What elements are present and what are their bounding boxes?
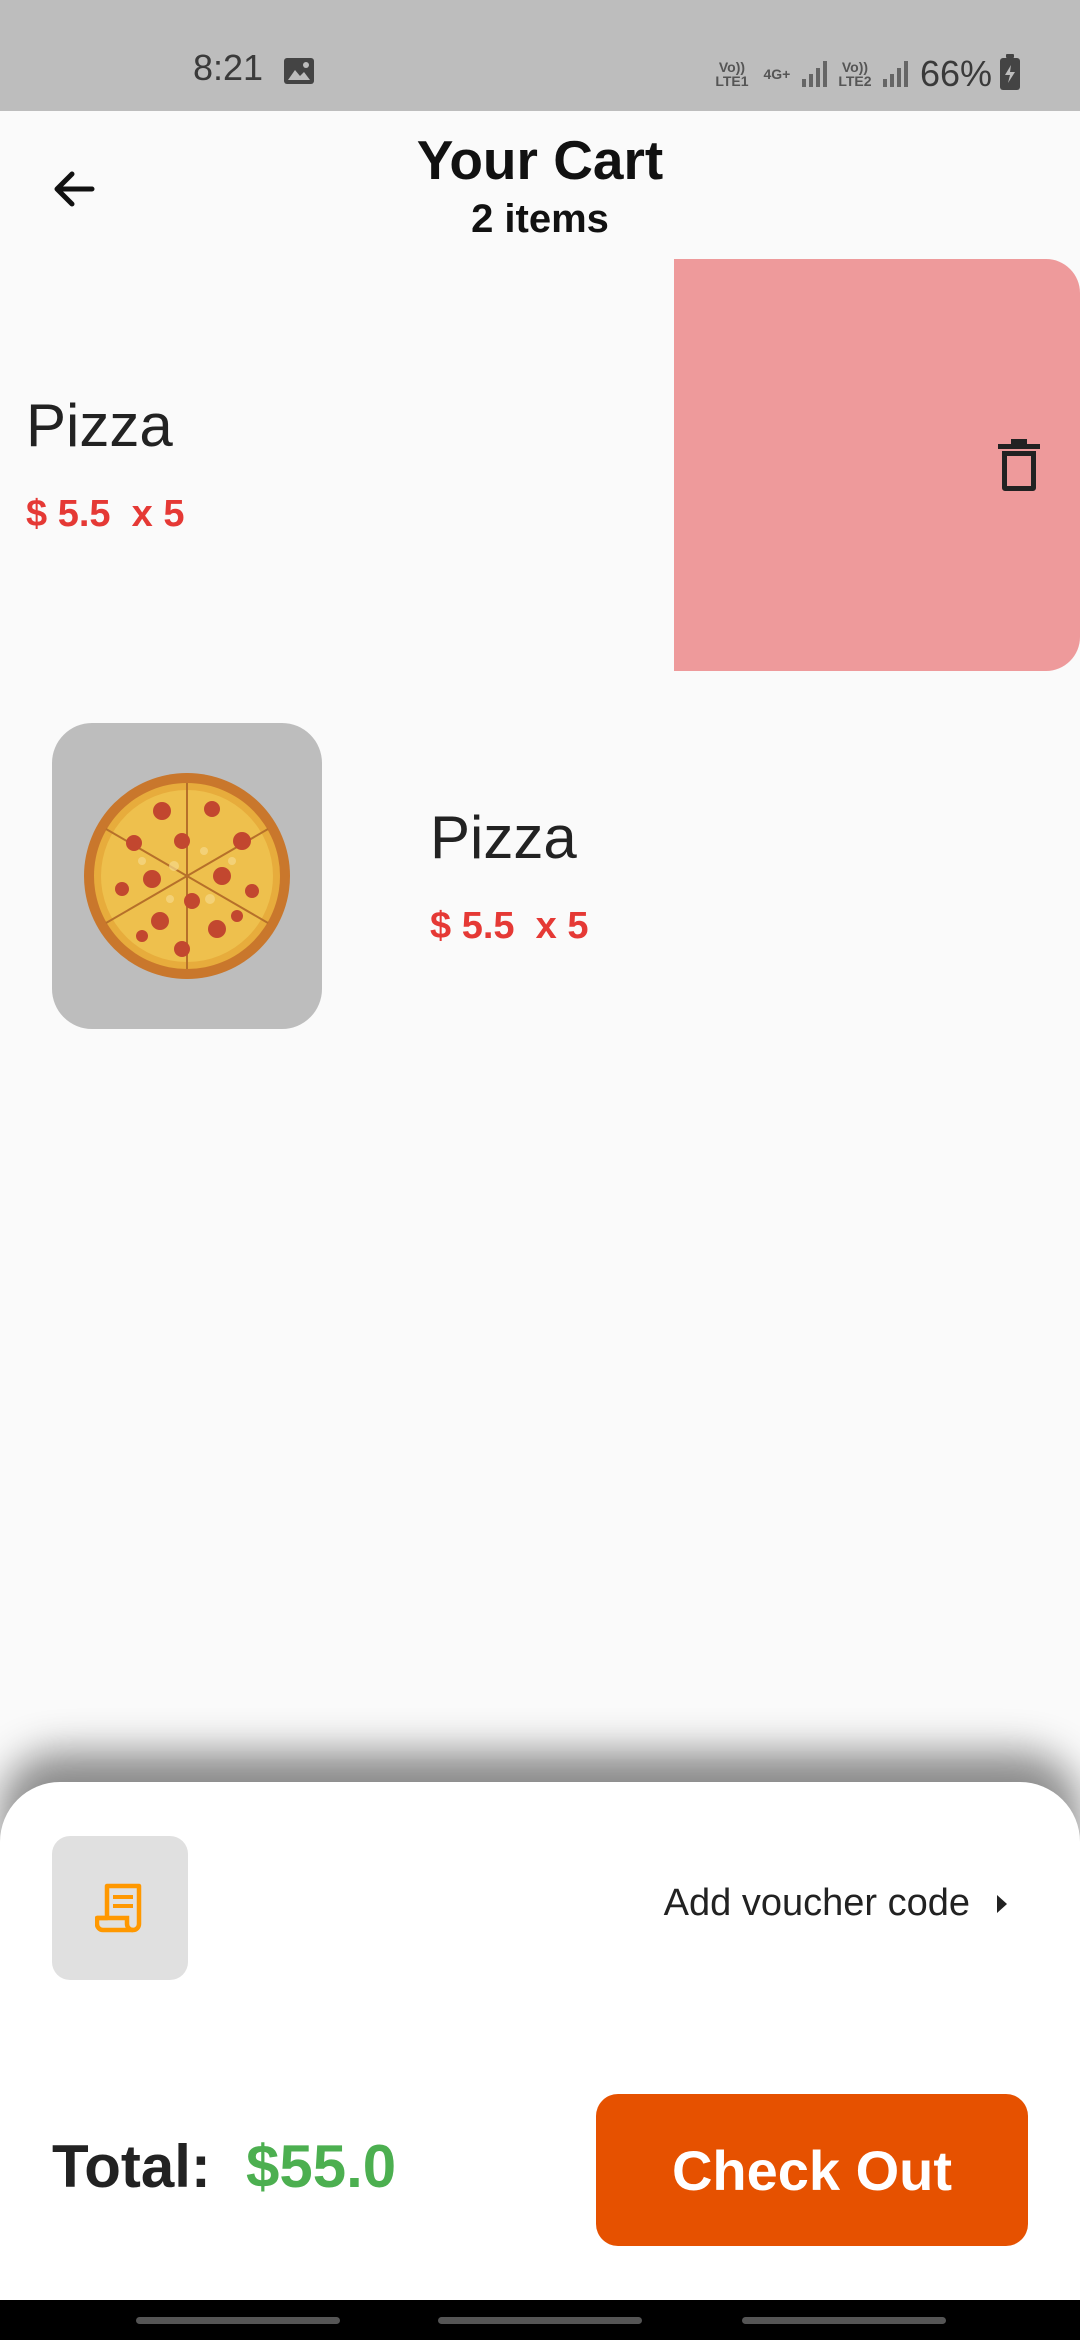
checkout-button[interactable]: Check Out <box>596 2094 1028 2246</box>
pizza-image <box>84 773 290 979</box>
voucher-icon-box[interactable] <box>52 1836 188 1980</box>
cart-item-swiped[interactable]: Pizza $ 5.5 x 5 <box>0 259 1080 671</box>
receipt-icon <box>95 1883 142 1933</box>
signal-icon <box>801 61 827 87</box>
app-bar: Your Cart 2 items <box>0 111 1080 261</box>
nav-recents-handle[interactable] <box>136 2317 340 2324</box>
voucher-label: Add voucher code <box>663 1882 970 1924</box>
nav-back-handle[interactable] <box>742 2317 946 2324</box>
checkout-sheet: Add voucher code Total: $55.0 Check Out <box>0 1782 1080 2300</box>
item-count: 2 items <box>471 197 609 241</box>
signal-icon <box>882 61 908 87</box>
battery-percent: 66% <box>919 53 992 94</box>
status-bar: 8:21 Vo)) LTE1 4G+ Vo)) LTE2 66% <box>0 0 1080 111</box>
status-time: 8:21 <box>193 47 264 88</box>
delete-action[interactable] <box>674 259 1080 671</box>
total-label: Total: <box>52 2133 211 2200</box>
navigation-bar <box>0 2300 1080 2340</box>
title-block: Your Cart 2 items <box>0 125 1080 243</box>
sim1-label: Vo)) LTE1 <box>715 59 749 89</box>
item-price: $ 5.5 x 5 <box>430 905 589 947</box>
total-value: $55.0 <box>246 2133 397 2200</box>
battery-charging-icon <box>1000 54 1020 90</box>
cart-screen: 8:21 Vo)) LTE1 4G+ Vo)) LTE2 66% Your Ca… <box>0 0 1080 2340</box>
nav-home-handle[interactable] <box>438 2317 642 2324</box>
trash-icon <box>998 439 1040 491</box>
page-title: Your Cart <box>416 129 664 191</box>
item-name: Pizza <box>430 804 577 871</box>
item-price: $ 5.5 x 5 <box>26 493 185 535</box>
item-name: Pizza <box>26 392 173 459</box>
gallery-icon <box>284 58 314 84</box>
add-voucher-button[interactable]: Add voucher code <box>664 1882 1008 1925</box>
cart-item[interactable]: Pizza $ 5.5 x 5 <box>0 723 1080 1029</box>
network-type-label: 4G+ <box>763 66 791 82</box>
arrow-right-icon <box>997 1894 1007 1913</box>
sim2-label: Vo)) LTE2 <box>838 59 872 89</box>
status-indicators: Vo)) LTE1 4G+ Vo)) LTE2 66% <box>712 53 1020 94</box>
item-thumbnail <box>52 723 322 1029</box>
